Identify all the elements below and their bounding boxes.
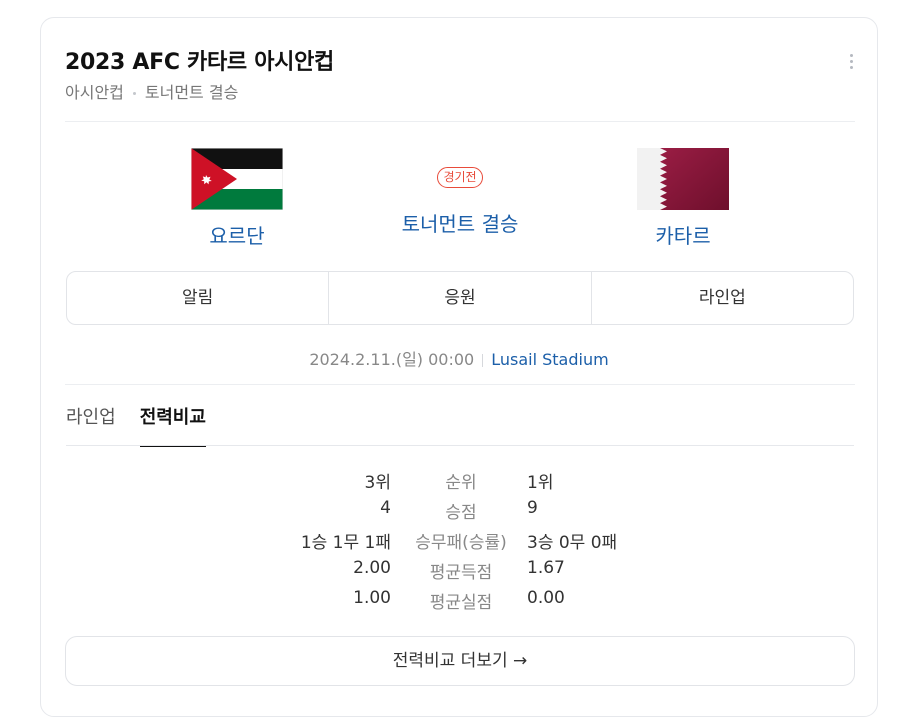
sub-tabs: 라인업 전력비교 (66, 403, 230, 447)
home-value: 1.00 (353, 588, 391, 608)
stadium-link[interactable]: Lusail Stadium (491, 350, 608, 369)
info-divider (65, 384, 855, 385)
sub-tabs-underline (66, 445, 854, 446)
more-button-label: 전력비교 더보기 (392, 651, 508, 671)
page-title: 2023 AFC 카타르 아시안컵 (65, 50, 334, 75)
stage-link[interactable]: 토너먼트 결승 (381, 208, 539, 237)
match-datetime: 2024.2.11.(일) 00:00 (309, 350, 475, 369)
match-status: 경기전 토너먼트 결승 (381, 166, 539, 237)
header-divider (65, 121, 855, 122)
home-value: 2.00 (353, 558, 391, 578)
action-tabs: 알림 응원 라인업 (66, 271, 854, 325)
away-value: 3승 0무 0패 (527, 533, 618, 553)
tab-lineup[interactable]: 라인업 (66, 403, 116, 447)
home-team-name[interactable]: 요르단 (177, 220, 297, 249)
home-team[interactable]: 요르단 (177, 148, 297, 249)
home-value: 3위 (364, 473, 391, 493)
breadcrumb-separator (132, 92, 136, 95)
comparison-row: 1.00 평균실점 0.00 (41, 588, 877, 618)
separator (482, 354, 484, 367)
away-value: 9 (527, 498, 538, 518)
stat-label: 평균실점 (429, 593, 493, 613)
breadcrumb-league[interactable]: 아시안컵 (65, 83, 124, 102)
arrow-right-icon: → (507, 651, 528, 671)
comparison-more-button[interactable]: 전력비교 더보기 → (65, 636, 855, 686)
stat-label: 평균득점 (429, 563, 493, 583)
alert-button[interactable]: 알림 (67, 272, 330, 324)
away-value: 1위 (527, 473, 554, 493)
jordan-flag-icon (191, 148, 283, 210)
away-value: 1.67 (527, 558, 565, 578)
away-team[interactable]: 카타르 (623, 148, 743, 249)
home-value: 4 (380, 498, 391, 518)
home-value: 1승 1무 1패 (300, 533, 391, 553)
breadcrumb-stage[interactable]: 토너먼트 결승 (145, 83, 238, 102)
breadcrumb: 아시안컵 토너먼트 결승 (65, 79, 238, 103)
stat-label: 승무패(승률) (415, 533, 507, 553)
away-value: 0.00 (527, 588, 565, 608)
stat-label: 순위 (445, 473, 477, 493)
status-badge: 경기전 (437, 167, 483, 188)
stat-label: 승점 (445, 503, 477, 523)
comparison-row: 2.00 평균득점 1.67 (41, 558, 877, 588)
comparison-table: 3위 순위 1위 4 승점 9 1승 1무 1패 승무패(승률) 3승 0무 0… (41, 468, 877, 618)
cheer-button[interactable]: 응원 (329, 272, 592, 324)
away-team-name[interactable]: 카타르 (623, 220, 743, 249)
comparison-row: 4 승점 9 (41, 498, 877, 528)
tab-comparison[interactable]: 전력비교 (139, 403, 206, 447)
match-card: 2023 AFC 카타르 아시안컵 아시안컵 토너먼트 결승 요르단 경기전 토너… (40, 17, 878, 717)
match-datetime-venue: 2024.2.11.(일) 00:00 Lusail Stadium (41, 346, 877, 370)
more-options-icon[interactable] (847, 54, 855, 72)
comparison-row: 1승 1무 1패 승무패(승률) 3승 0무 0패 (41, 528, 877, 558)
lineup-button[interactable]: 라인업 (592, 272, 853, 324)
comparison-row: 3위 순위 1위 (41, 468, 877, 498)
qatar-flag-icon (637, 148, 729, 210)
